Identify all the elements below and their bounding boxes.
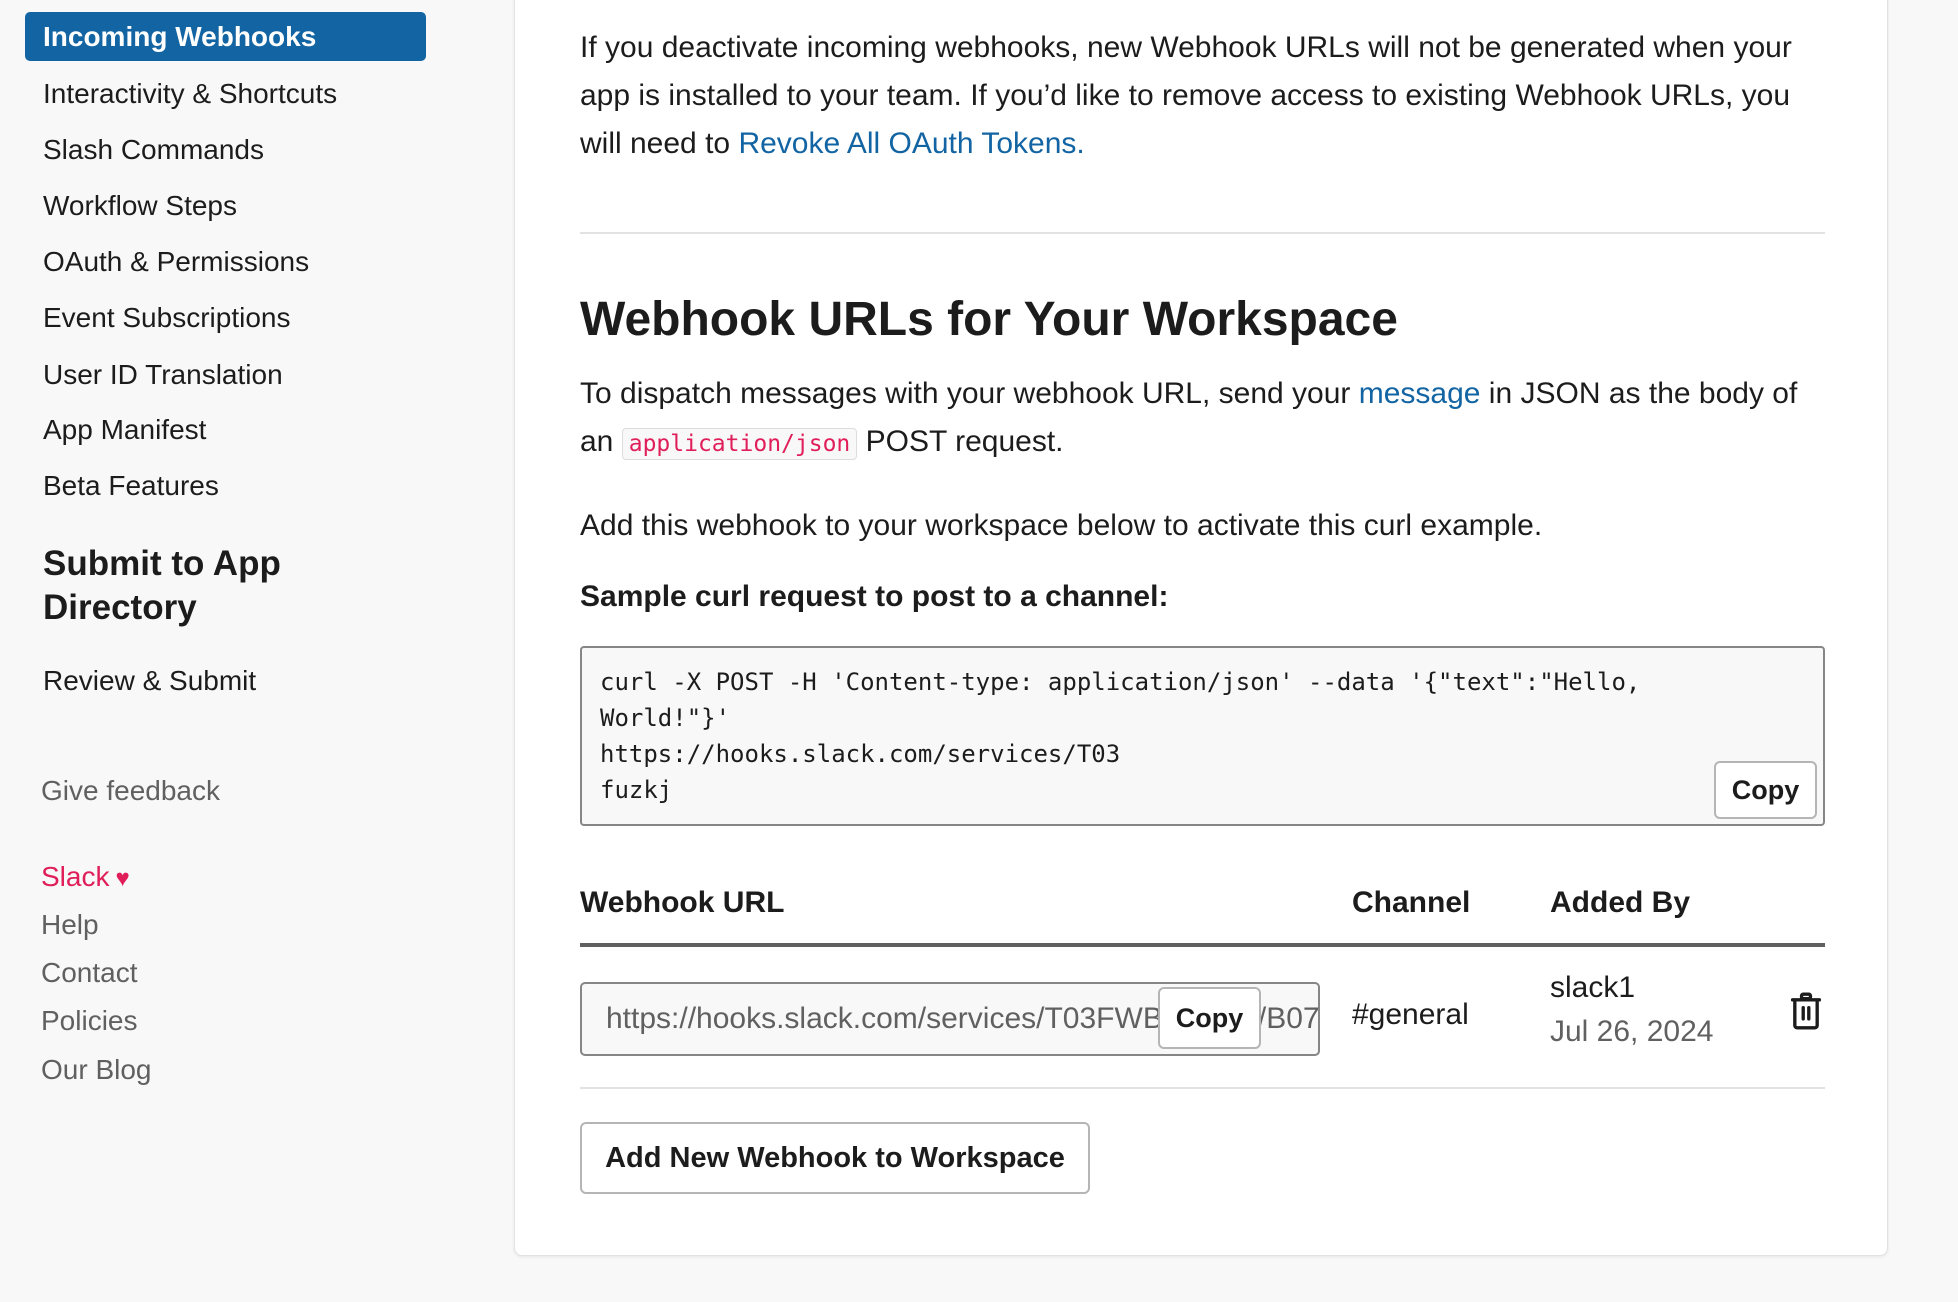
sidebar-item-workflow-steps[interactable]: Workflow Steps (25, 181, 426, 230)
heart-icon: ♥ (115, 865, 130, 892)
add-new-webhook-button[interactable]: Add New Webhook to Workspace (580, 1122, 1090, 1194)
section-divider (580, 232, 1825, 234)
footer-link-contact[interactable]: Contact (41, 957, 138, 989)
slack-link[interactable]: Slack ♥ (41, 861, 130, 893)
sidebar-item-label: Incoming Webhooks (43, 20, 317, 52)
sidebar-section-title: Submit to App Directory (43, 544, 281, 627)
section-title: Webhook URLs for Your Workspace (580, 293, 1398, 346)
column-header-webhook-url: Webhook URL (580, 886, 785, 919)
footer-link-help[interactable]: Help (41, 909, 99, 941)
sidebar-item-app-manifest[interactable]: App Manifest (25, 405, 426, 454)
sidebar-item-label: Workflow Steps (43, 189, 237, 221)
revoke-tokens-link[interactable]: Revoke All OAuth Tokens. (738, 127, 1084, 160)
sidebar-item-label: App Manifest (43, 413, 207, 445)
give-feedback-link[interactable]: Give feedback (41, 775, 220, 807)
main-card: If you deactivate incoming webhooks, new… (514, 0, 1888, 1256)
copy-webhook-url-button[interactable]: Copy (1158, 987, 1261, 1049)
sidebar-item-event-subscriptions[interactable]: Event Subscriptions (25, 293, 426, 342)
sample-curl-text: curl -X POST -H 'Content-type: applicati… (600, 668, 1641, 804)
webhook-channel: #general (1352, 998, 1469, 1031)
slack-label: Slack (41, 861, 110, 892)
sidebar-item-label: Slash Commands (43, 133, 264, 165)
sidebar-item-incoming-webhooks[interactable]: Incoming Webhooks (25, 12, 426, 61)
footer-link-our-blog[interactable]: Our Blog (41, 1054, 152, 1086)
deactivate-notice: If you deactivate incoming webhooks, new… (580, 24, 1825, 168)
sidebar-item-review-submit[interactable]: Review & Submit (25, 656, 426, 705)
sidebar-item-oauth-permissions[interactable]: OAuth & Permissions (25, 237, 426, 286)
sidebar-item-interactivity-shortcuts[interactable]: Interactivity & Shortcuts (25, 69, 426, 118)
row-divider (580, 1087, 1825, 1089)
sidebar-item-label: Beta Features (43, 469, 219, 501)
added-by-user-link[interactable]: slack1 (1550, 971, 1635, 1005)
table-header-rule (580, 943, 1825, 947)
added-date: Jul 26, 2024 (1550, 1015, 1714, 1048)
copy-sample-button[interactable]: Copy (1714, 761, 1817, 819)
sample-curl-code: curl -X POST -H 'Content-type: applicati… (580, 646, 1825, 826)
dispatch-instructions: To dispatch messages with your webhook U… (580, 370, 1825, 468)
sidebar-item-user-id-translation[interactable]: User ID Translation (25, 350, 426, 399)
sidebar: Incoming Webhooks Interactivity & Shortc… (0, 0, 514, 1302)
sidebar-item-label: Interactivity & Shortcuts (43, 77, 338, 109)
sidebar-item-label: OAuth & Permissions (43, 245, 310, 277)
sidebar-item-label: Event Subscriptions (43, 301, 291, 333)
sidebar-item-beta-features[interactable]: Beta Features (25, 461, 426, 510)
message-link[interactable]: message (1359, 377, 1481, 410)
sidebar-item-label: Review & Submit (43, 664, 257, 696)
column-header-added-by: Added By (1550, 886, 1691, 919)
column-header-channel: Channel (1352, 886, 1471, 919)
sidebar-item-label: User ID Translation (43, 358, 283, 390)
content-type-code: application/json (621, 428, 858, 460)
sidebar-item-slash-commands[interactable]: Slash Commands (25, 125, 426, 174)
add-hint: Add this webhook to your workspace below… (580, 509, 1543, 542)
trash-icon[interactable] (1789, 992, 1823, 1035)
dispatch-text: To dispatch messages with your webhook U… (580, 377, 1359, 410)
dispatch-text: POST request. (857, 425, 1064, 458)
footer-link-policies[interactable]: Policies (41, 1005, 137, 1037)
sample-label: Sample curl request to post to a channel… (580, 580, 1169, 613)
